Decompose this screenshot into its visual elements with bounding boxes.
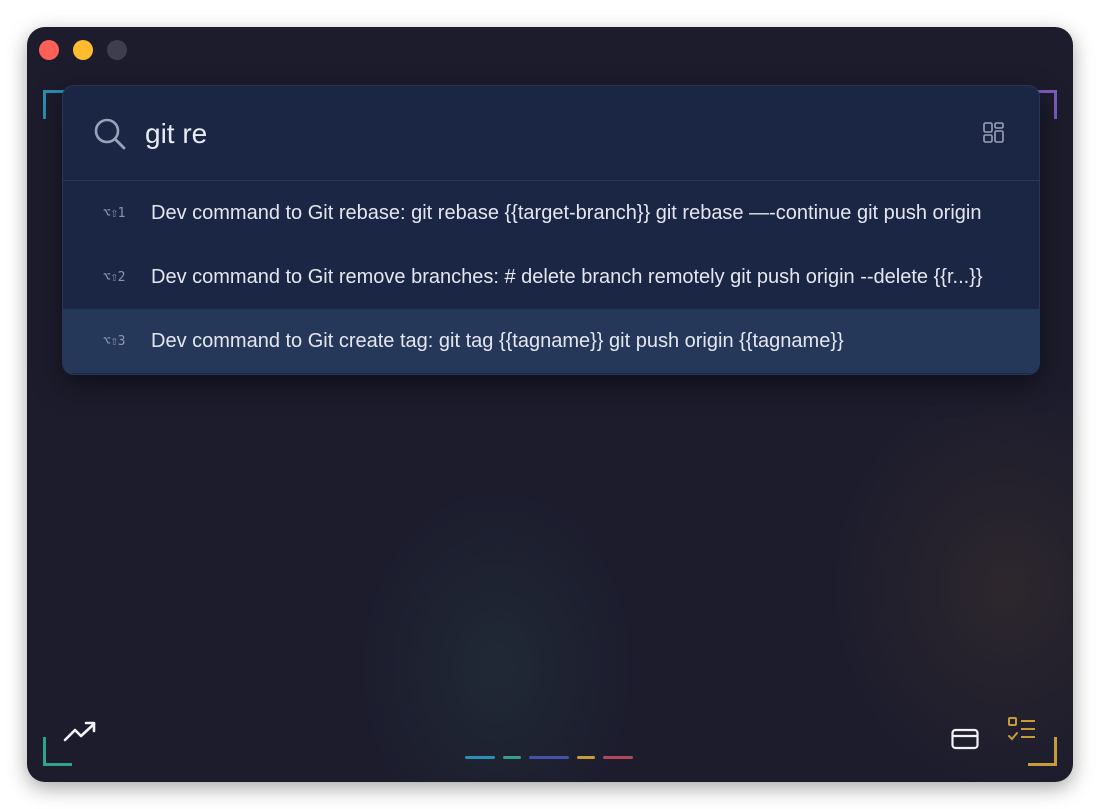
result-item-selected[interactable]: ⌥⇧3 Dev command to Git create tag: git t… [63,309,1039,373]
page-indicator-segment[interactable] [603,756,633,759]
checklist-icon[interactable] [1007,716,1037,744]
result-item[interactable]: ⌥⇧2 Dev command to Git remove branches: … [63,245,1039,309]
result-text: Dev command to Git create tag: git tag {… [151,329,844,352]
page-indicator-segment[interactable] [465,756,495,759]
search-icon [94,118,126,150]
result-item[interactable]: ⌥⇧1 Dev command to Git rebase: git rebas… [63,181,1039,245]
grid-icon[interactable] [983,122,1005,144]
result-shortcut: ⌥⇧3 [103,333,125,349]
page-indicator-segment[interactable] [503,756,521,759]
page-indicator-segment[interactable] [577,756,595,759]
page-indicator-segment[interactable] [529,756,569,759]
app-window: ⌥⇧1 Dev command to Git rebase: git rebas… [27,27,1073,782]
search-input[interactable] [145,112,965,156]
search-bar [63,86,1039,181]
result-shortcut: ⌥⇧2 [103,269,125,285]
maximize-window-button[interactable] [107,40,127,60]
command-palette: ⌥⇧1 Dev command to Git rebase: git rebas… [62,85,1040,375]
minimize-window-button[interactable] [73,40,93,60]
trending-up-icon[interactable] [63,720,97,744]
results-list: ⌥⇧1 Dev command to Git rebase: git rebas… [63,181,1039,373]
card-icon[interactable] [951,728,979,750]
result-text: Dev command to Git rebase: git rebase {{… [151,201,982,224]
close-window-button[interactable] [39,40,59,60]
page-indicator [465,756,633,759]
result-shortcut: ⌥⇧1 [103,205,125,221]
result-text: Dev command to Git remove branches: # de… [151,265,983,288]
